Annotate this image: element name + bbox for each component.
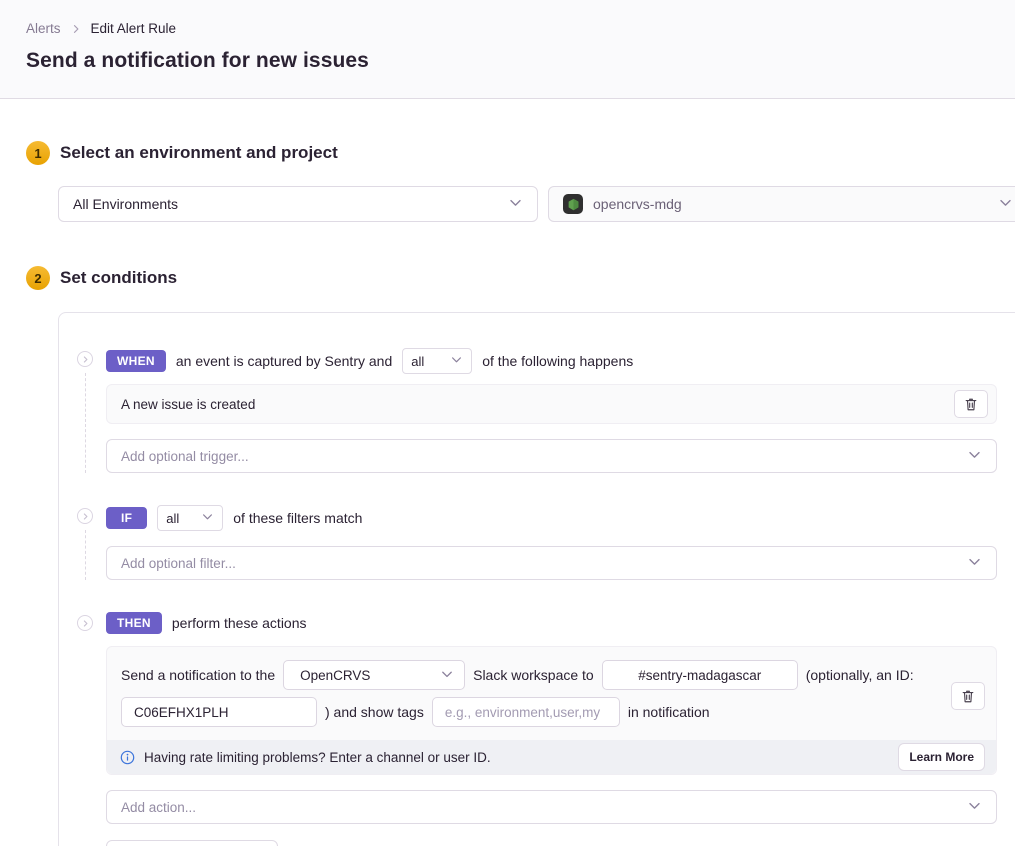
tags-input[interactable] — [432, 697, 620, 727]
add-action-placeholder: Add action... — [121, 800, 196, 815]
project-select-left: opencrvs-mdg — [563, 194, 682, 214]
main-content: 1 Select an environment and project All … — [0, 141, 1015, 846]
then-text-after: perform these actions — [172, 615, 307, 631]
learn-more-button[interactable]: Learn More — [898, 743, 985, 771]
when-text-after: of the following happens — [482, 353, 633, 369]
if-match-value: all — [166, 511, 179, 526]
when-badge: WHEN — [106, 350, 166, 372]
if-rail — [77, 505, 93, 580]
nodejs-project-icon — [563, 194, 583, 214]
step1-heading: 1 Select an environment and project — [26, 141, 1015, 165]
breadcrumb-current: Edit Alert Rule — [91, 21, 177, 36]
rate-limit-note-text: Having rate limiting problems? Enter a c… — [144, 750, 491, 765]
then-rail — [77, 612, 93, 846]
when-match-select[interactable]: all — [402, 348, 472, 374]
project-select-value: opencrvs-mdg — [593, 196, 682, 212]
chevron-down-icon — [967, 447, 982, 465]
chevron-down-icon — [998, 195, 1013, 213]
step2-heading: 2 Set conditions — [26, 266, 1015, 290]
chevron-down-icon — [508, 195, 523, 213]
step2-number-badge: 2 — [26, 266, 50, 290]
workspace-select[interactable]: OpenCRVS — [283, 660, 465, 690]
collapse-chevron-icon[interactable] — [77, 351, 93, 367]
slack-action-row: Send a notification to the OpenCRVS Slac… — [106, 646, 997, 775]
channel-id-input[interactable] — [121, 697, 317, 727]
if-header-row: IF all of these filters match — [106, 505, 997, 531]
add-optional-trigger-placeholder: Add optional trigger... — [121, 449, 249, 464]
when-match-value: all — [411, 354, 424, 369]
collapse-chevron-icon[interactable] — [77, 508, 93, 524]
when-body: WHEN an event is captured by Sentry and … — [106, 348, 997, 473]
action-text-1: Send a notification to the — [121, 667, 275, 683]
chevron-down-icon — [967, 554, 982, 572]
info-icon — [120, 750, 135, 765]
chevron-down-icon — [440, 667, 454, 684]
trash-icon — [964, 397, 978, 412]
chevron-down-icon — [967, 798, 982, 816]
delete-action-button[interactable] — [951, 682, 985, 710]
action-text-4: ) and show tags — [325, 704, 424, 720]
condition-label: A new issue is created — [121, 397, 255, 412]
then-header-row: THEN perform these actions — [106, 612, 997, 634]
when-header-row: WHEN an event is captured by Sentry and … — [106, 348, 997, 374]
workspace-select-value: OpenCRVS — [300, 668, 370, 683]
page-header: Alerts Edit Alert Rule Send a notificati… — [0, 0, 1015, 99]
conditions-panel: WHEN an event is captured by Sentry and … — [58, 312, 1015, 846]
slack-action-sentence: Send a notification to the OpenCRVS Slac… — [121, 660, 982, 727]
add-action-select[interactable]: Add action... — [106, 790, 997, 824]
collapse-chevron-icon[interactable] — [77, 615, 93, 631]
then-badge: THEN — [106, 612, 162, 634]
if-body: IF all of these filters match Add option… — [106, 505, 997, 580]
action-text-2: Slack workspace to — [473, 667, 594, 683]
project-select[interactable]: opencrvs-mdg — [548, 186, 1015, 222]
if-text-after: of these filters match — [233, 510, 362, 526]
page-title: Send a notification for new issues — [26, 49, 989, 73]
if-badge: IF — [106, 507, 147, 529]
rail-connector-line — [85, 373, 86, 473]
send-test-notification-button[interactable]: Send Test Notification — [106, 840, 278, 846]
channel-input[interactable] — [602, 660, 798, 690]
when-rail — [77, 348, 93, 473]
breadcrumb-separator-icon — [70, 23, 82, 35]
step2-title: Set conditions — [60, 268, 177, 288]
if-section: IF all of these filters match Add option… — [77, 505, 997, 612]
action-text-3: (optionally, an ID: — [806, 667, 914, 683]
environment-select-value: All Environments — [73, 196, 178, 212]
delete-condition-button[interactable] — [954, 390, 988, 418]
action-text-5: in notification — [628, 704, 710, 720]
step1-title: Select an environment and project — [60, 143, 338, 163]
when-text-before: an event is captured by Sentry and — [176, 353, 392, 369]
add-optional-filter-select[interactable]: Add optional filter... — [106, 546, 997, 580]
rate-limit-note: Having rate limiting problems? Enter a c… — [107, 740, 996, 774]
if-match-select[interactable]: all — [157, 505, 223, 531]
add-optional-filter-placeholder: Add optional filter... — [121, 556, 236, 571]
breadcrumb: Alerts Edit Alert Rule — [26, 21, 989, 36]
then-section: THEN perform these actions Send a notifi… — [77, 612, 997, 846]
chevron-down-icon — [201, 510, 214, 526]
environment-select[interactable]: All Environments — [58, 186, 538, 222]
then-body: THEN perform these actions Send a notifi… — [106, 612, 997, 846]
step1-number-badge: 1 — [26, 141, 50, 165]
breadcrumb-alerts-link[interactable]: Alerts — [26, 21, 61, 36]
rail-connector-line — [85, 530, 86, 580]
chevron-down-icon — [450, 353, 463, 369]
environment-project-row: All Environments opencrvs-mdg — [58, 186, 1015, 222]
when-section: WHEN an event is captured by Sentry and … — [77, 348, 997, 505]
add-optional-trigger-select[interactable]: Add optional trigger... — [106, 439, 997, 473]
condition-row: A new issue is created — [106, 384, 997, 424]
trash-icon — [961, 689, 975, 704]
